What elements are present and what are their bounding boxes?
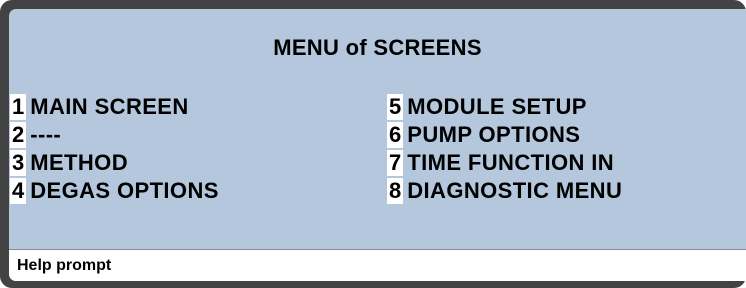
menu-item-main-screen[interactable]: 1 MAIN SCREEN (10, 93, 219, 121)
menu-screen: MENU of SCREENS 1 MAIN SCREEN 2 ---- 3 M… (9, 9, 746, 281)
menu-key: 4 (10, 178, 27, 204)
menu-item-time-function-in[interactable]: 7 TIME FUNCTION IN (387, 149, 622, 177)
menu-key: 6 (387, 122, 404, 148)
menu-key: 7 (387, 150, 404, 176)
menu-item-label: TIME FUNCTION IN (407, 150, 615, 175)
menu-item-label: MAIN SCREEN (30, 94, 189, 119)
menu-item-label: METHOD (30, 150, 128, 175)
menu-item-method[interactable]: 3 METHOD (10, 149, 219, 177)
menu-item-label: MODULE SETUP (407, 94, 587, 119)
menu-key: 5 (387, 94, 404, 120)
menu-item-label: PUMP OPTIONS (407, 122, 581, 147)
menu-item-label: ---- (30, 122, 62, 147)
menu-item-pump-options[interactable]: 6 PUMP OPTIONS (387, 121, 622, 149)
menu-item-2[interactable]: 2 ---- (10, 121, 219, 149)
menu-key: 3 (10, 150, 27, 176)
device-bezel: MENU of SCREENS 1 MAIN SCREEN 2 ---- 3 M… (0, 0, 746, 288)
menu-key: 2 (10, 122, 27, 148)
screen-title: MENU of SCREENS (273, 35, 482, 60)
help-prompt-text: Help prompt (17, 257, 112, 274)
menu-item-degas-options[interactable]: 4 DEGAS OPTIONS (10, 177, 219, 205)
menu-item-label: DEGAS OPTIONS (30, 178, 219, 203)
menu-key: 8 (387, 178, 404, 204)
menu-column-right: 5 MODULE SETUP 6 PUMP OPTIONS 7 TIME FUN… (387, 93, 622, 205)
menu-item-diagnostic-menu[interactable]: 8 DIAGNOSTIC MENU (387, 177, 622, 205)
menu-item-label: DIAGNOSTIC MENU (407, 178, 623, 203)
menu-key: 1 (10, 94, 27, 120)
help-prompt-bar: Help prompt (9, 249, 746, 281)
menu-item-module-setup[interactable]: 5 MODULE SETUP (387, 93, 622, 121)
menu-column-left: 1 MAIN SCREEN 2 ---- 3 METHOD 4 DEGAS OP… (10, 93, 219, 205)
